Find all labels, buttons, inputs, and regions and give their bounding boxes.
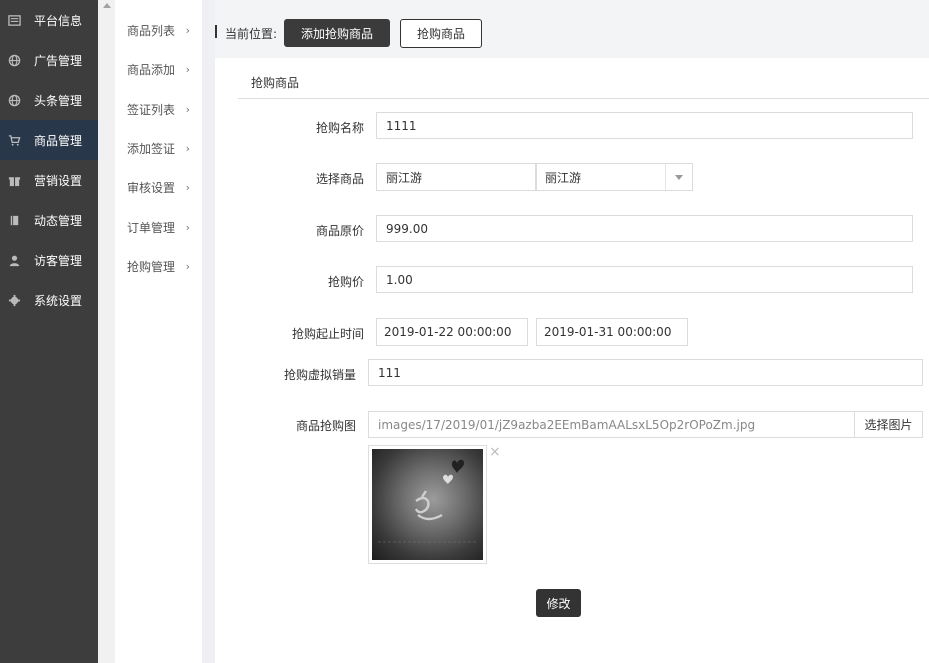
submenu-item-label: 商品列表	[127, 24, 176, 39]
chevron-right-icon: ›	[185, 259, 190, 273]
sidebar-item-headlines[interactable]: 头条管理	[0, 80, 98, 120]
submenu-item-label: 审核设置	[127, 181, 176, 196]
chevron-down-icon[interactable]	[665, 164, 692, 190]
breadcrumb-marker	[215, 25, 217, 38]
chevron-right-icon: ›	[185, 142, 190, 156]
book-icon	[7, 213, 21, 227]
original-price-input[interactable]: 999.00	[376, 215, 913, 242]
image-path-input[interactable]: images/17/2019/01/jZ9azba2EEmBamAALsxL5O…	[368, 411, 855, 438]
sidebar-item-label: 平台信息	[34, 13, 83, 28]
image-thumbnail[interactable]	[368, 445, 487, 564]
scroll-up-icon[interactable]	[103, 3, 111, 8]
submenu-item-flash-sale[interactable]: 抢购管理 ›	[115, 247, 202, 286]
product-select[interactable]: 丽江游	[536, 163, 693, 191]
gift-icon	[7, 173, 21, 187]
virtual-sales-label: 抢购虚拟销量	[283, 368, 356, 382]
product-label: 选择商品	[315, 172, 364, 186]
section-divider	[238, 98, 929, 99]
flash-price-label: 抢购价	[327, 275, 364, 289]
submenu-item-visa-add[interactable]: 添加签证 ›	[115, 129, 202, 168]
select-image-button[interactable]: 选择图片	[854, 411, 923, 438]
breadcrumb-bar: 当前位置: 添加抢购商品 抢购商品	[215, 0, 929, 58]
submenu-item-label: 商品添加	[127, 63, 176, 78]
chevron-right-icon: ›	[185, 102, 190, 116]
globe-icon	[7, 53, 21, 67]
submenu-item-label: 抢购管理	[127, 259, 176, 274]
chevron-right-icon: ›	[185, 220, 190, 234]
submenu-item-label: 订单管理	[127, 220, 176, 235]
submenu-item-product-add[interactable]: 商品添加 ›	[115, 50, 202, 89]
end-time-input[interactable]: 2019-01-31 00:00:00	[536, 318, 688, 346]
virtual-sales-input[interactable]: 111	[368, 359, 923, 386]
submenu-item-visa-list[interactable]: 签证列表 ›	[115, 90, 202, 129]
submenu-item-review-settings[interactable]: 审核设置 ›	[115, 168, 202, 207]
sidebar-item-marketing[interactable]: 营销设置	[0, 160, 98, 200]
image-label: 商品抢购图	[295, 419, 356, 433]
gear-icon	[7, 293, 21, 307]
breadcrumb-label: 当前位置:	[225, 27, 278, 41]
submenu-item-label: 签证列表	[127, 102, 176, 117]
sidebar-item-label: 营销设置	[34, 173, 83, 188]
sidebar-item-dynamics[interactable]: 动态管理	[0, 200, 98, 240]
sidebar-item-label: 商品管理	[34, 133, 83, 148]
product-image-preview	[372, 449, 483, 560]
newspaper-icon	[7, 13, 21, 27]
flash-sale-list-button[interactable]: 抢购商品	[400, 19, 482, 48]
remove-image-icon[interactable]: ×	[489, 444, 501, 460]
submenu-item-label: 添加签证	[127, 142, 176, 157]
sidebar-item-platform-info[interactable]: 平台信息	[0, 0, 98, 40]
chevron-right-icon: ›	[185, 63, 190, 77]
main-content: 当前位置: 添加抢购商品 抢购商品 抢购商品 抢购名称 1111 选择商品 丽江…	[215, 0, 929, 663]
product-select-value: 丽江游	[545, 170, 582, 185]
time-range-label: 抢购起止时间	[291, 327, 364, 341]
sidebar-item-products[interactable]: 商品管理	[0, 120, 98, 160]
name-label: 抢购名称	[315, 121, 364, 135]
original-price-label: 商品原价	[315, 224, 364, 238]
sidebar-item-label: 头条管理	[34, 93, 83, 108]
flash-price-input[interactable]: 1.00	[376, 266, 913, 293]
section-title: 抢购商品	[251, 76, 300, 90]
user-icon	[7, 253, 21, 267]
content-gutter	[202, 0, 215, 663]
submenu-scrollbar[interactable]	[98, 0, 115, 663]
add-flash-sale-button[interactable]: 添加抢购商品	[284, 19, 390, 47]
chevron-right-icon: ›	[185, 181, 190, 195]
sidebar-item-label: 系统设置	[34, 293, 83, 308]
modify-button[interactable]: 修改	[536, 589, 581, 617]
submenu-item-orders[interactable]: 订单管理 ›	[115, 207, 202, 246]
chevron-right-icon: ›	[185, 24, 190, 38]
sidebar-item-visitors[interactable]: 访客管理	[0, 240, 98, 280]
sidebar-item-label: 广告管理	[34, 53, 83, 68]
submenu-item-product-list[interactable]: 商品列表 ›	[115, 11, 202, 50]
start-time-input[interactable]: 2019-01-22 00:00:00	[376, 318, 528, 346]
sidebar-item-ads[interactable]: 广告管理	[0, 40, 98, 80]
sidebar-item-label: 访客管理	[34, 253, 83, 268]
sub-navigation: 商品列表 › 商品添加 › 签证列表 › 添加签证 › 审核设置 › 订单管理 › 抢购管理…	[115, 0, 202, 663]
main-sidebar: 平台信息 广告管理 头条管理 商品管理 营销设置 动态管理 访客管理 系统设置	[0, 0, 98, 663]
flash-sale-name-input[interactable]: 1111	[376, 112, 913, 139]
product-name-input[interactable]: 丽江游	[376, 163, 536, 191]
preview-artwork	[378, 459, 476, 543]
cart-icon	[7, 133, 21, 147]
sidebar-item-system[interactable]: 系统设置	[0, 280, 98, 320]
sidebar-item-label: 动态管理	[34, 213, 83, 228]
globe-icon	[7, 93, 21, 107]
